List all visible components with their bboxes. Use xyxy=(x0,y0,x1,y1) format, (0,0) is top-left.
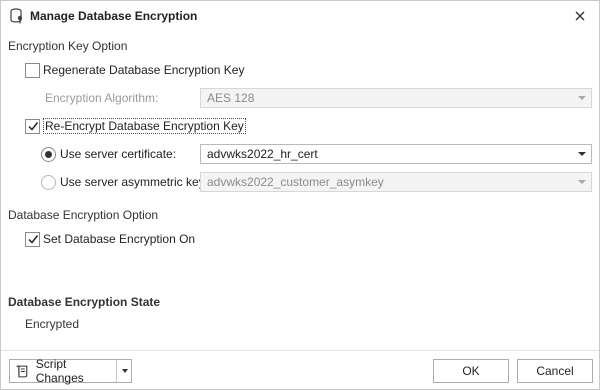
encryption-algorithm-value: AES 128 xyxy=(207,91,255,105)
ok-button[interactable]: OK xyxy=(433,359,509,383)
chevron-down-icon xyxy=(578,96,586,100)
reencrypt-key-checkbox[interactable] xyxy=(25,118,40,134)
script-changes-dropdown[interactable] xyxy=(117,360,132,382)
chevron-down-icon xyxy=(578,152,586,156)
cancel-button-label: Cancel xyxy=(536,364,574,378)
encryption-key-option-heading: Encryption Key Option xyxy=(8,39,128,53)
regenerate-key-checkbox[interactable] xyxy=(25,62,40,78)
database-encryption-state-heading: Database Encryption State xyxy=(8,295,161,309)
chevron-down-icon xyxy=(578,180,586,184)
reencrypt-key-label: Re-Encrypt Database Encryption Key xyxy=(43,118,246,134)
regenerate-key-checkbox-row[interactable]: Regenerate Database Encryption Key xyxy=(25,61,244,79)
dialog-title: Manage Database Encryption xyxy=(30,9,198,23)
close-button[interactable] xyxy=(569,5,591,27)
database-key-icon xyxy=(10,8,23,24)
footer-separator xyxy=(1,350,599,351)
checkmark-icon xyxy=(27,235,38,244)
script-icon xyxy=(16,365,28,378)
asymmetric-key-value: advwks2022_customer_asymkey xyxy=(207,175,384,189)
server-certificate-radio[interactable] xyxy=(41,146,56,162)
set-encryption-on-checkbox[interactable] xyxy=(25,231,40,247)
server-certificate-label: Use server certificate: xyxy=(60,147,177,161)
ok-button-label: OK xyxy=(462,364,480,378)
server-certificate-value: advwks2022_hr_cert xyxy=(207,147,318,161)
encryption-algorithm-label: Encryption Algorithm: xyxy=(45,91,159,105)
script-changes-split-button[interactable]: Script Changes xyxy=(9,357,132,385)
close-icon xyxy=(575,11,585,21)
set-encryption-on-label: Set Database Encryption On xyxy=(43,232,196,246)
checkmark-icon xyxy=(27,122,38,131)
encryption-algorithm-select[interactable]: AES 128 xyxy=(200,88,592,108)
asymmetric-key-select[interactable]: advwks2022_customer_asymkey xyxy=(200,172,592,192)
reencrypt-key-checkbox-row[interactable]: Re-Encrypt Database Encryption Key xyxy=(25,117,246,135)
chevron-down-icon xyxy=(121,369,128,373)
script-changes-button[interactable]: Script Changes xyxy=(10,357,116,385)
regenerate-key-label: Regenerate Database Encryption Key xyxy=(43,63,245,77)
asymmetric-key-label: Use server asymmetric key: xyxy=(60,175,209,189)
asymmetric-key-radio[interactable] xyxy=(41,174,56,190)
database-encryption-option-heading: Database Encryption Option xyxy=(8,208,159,222)
manage-database-encryption-dialog: Manage Database Encryption Encryption Ke… xyxy=(0,0,600,390)
radio-selected-dot xyxy=(45,150,52,158)
server-certificate-select[interactable]: advwks2022_hr_cert xyxy=(200,144,592,164)
encryption-state-value: Encrypted xyxy=(25,317,80,331)
script-changes-label: Script Changes xyxy=(35,357,84,385)
server-certificate-radio-row[interactable]: Use server certificate: xyxy=(41,145,176,163)
asymmetric-key-radio-row[interactable]: Use server asymmetric key: xyxy=(41,173,208,191)
cancel-button[interactable]: Cancel xyxy=(517,359,593,383)
set-encryption-on-checkbox-row[interactable]: Set Database Encryption On xyxy=(25,230,195,248)
title-bar: Manage Database Encryption xyxy=(1,1,599,31)
